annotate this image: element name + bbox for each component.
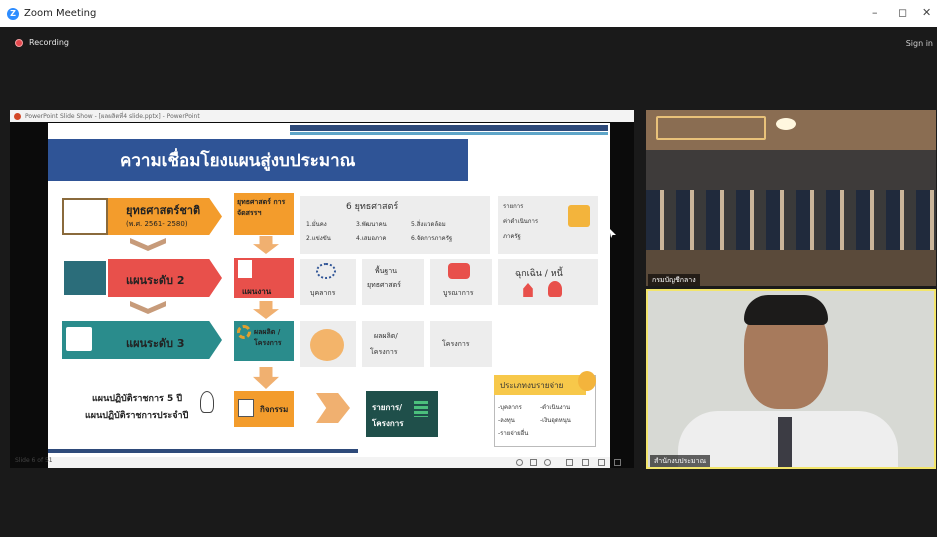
handshake-icon xyxy=(448,263,470,279)
list-icon xyxy=(414,401,428,417)
view-icon[interactable] xyxy=(582,459,589,466)
arrow-down-icon xyxy=(253,236,279,254)
slide-bottom-bar xyxy=(48,449,358,453)
output-box xyxy=(362,321,424,367)
record-icon xyxy=(15,38,23,47)
sign-in-link[interactable]: Sign in xyxy=(906,39,933,48)
level2-plan-label: แผนระดับ 2 xyxy=(126,274,185,287)
strategy-5: 5.สิ่งแวดล้อม xyxy=(411,221,446,228)
output-project-label: ผลผลิต /โครงการ xyxy=(254,328,282,347)
national-strategy-years: (พ.ศ. 2561- 2580) xyxy=(126,220,188,228)
slideshow-toolbar xyxy=(48,457,610,468)
five-year-plan-label: แผนปฏิบัติราชการ 5 ปี xyxy=(92,394,183,404)
speaker-hair xyxy=(744,295,828,325)
ppt-titlebar: PowerPoint Slide Show - [ผลผลิตที่4 slid… xyxy=(10,110,634,122)
participant-video-1[interactable]: กรมบัญชีกลาง xyxy=(646,110,936,286)
operating-cost-line2: ค่าดำเนินการ xyxy=(503,218,539,225)
expense-subsidy: -เงินอุดหนุน xyxy=(540,417,571,424)
participant-1-name: กรมบัญชีกลาง xyxy=(648,274,700,286)
coins-icon xyxy=(578,371,596,391)
expense-operating: -ดำเนินงาน xyxy=(540,404,571,411)
prev-slide-icon[interactable] xyxy=(516,459,523,466)
arrow-down-icon-2 xyxy=(253,301,279,319)
slide-title: ความเชื่อมโยงแผนสู่งบประมาณ xyxy=(120,151,356,171)
ceiling-lamp xyxy=(776,118,796,130)
expense-other: -รายจ่ายอื่น xyxy=(498,430,529,437)
slide-top-bar xyxy=(290,125,608,131)
program-label: แผนงาน xyxy=(242,287,272,296)
item-project-label: โครงการ xyxy=(372,419,404,428)
app-title: Zoom Meeting xyxy=(24,8,97,19)
operating-cost-line3: ภาครัฐ xyxy=(503,233,521,240)
speaker-tie xyxy=(778,417,792,467)
zoom-view-icon[interactable] xyxy=(598,459,605,466)
recording-label: Recording xyxy=(29,38,70,47)
running-person-icon xyxy=(548,281,562,297)
title-bar: Z Zoom Meeting – ◻ ✕ xyxy=(0,0,937,27)
slides-grid-icon[interactable] xyxy=(530,459,537,466)
strategy-3: 3.พัฒนาคน xyxy=(356,221,387,228)
strategy-2: 2.แข่งขัน xyxy=(306,235,331,242)
national-strategy-label: ยุทธศาสตร์ชาติ xyxy=(126,204,201,217)
plan-document-icon xyxy=(238,260,252,278)
strategy-4: 4.เสมอภาค xyxy=(356,235,387,242)
powerpoint-icon xyxy=(14,112,21,120)
network-icon xyxy=(316,263,336,279)
arrow-down-icon-3 xyxy=(253,367,279,389)
allocation-strategy-label: ยุทธศาสตร์ การจัดสรรฯ xyxy=(237,198,286,217)
activity-label: กิจกรรม xyxy=(260,405,289,414)
operating-cost-line1: รายการ xyxy=(503,203,524,210)
personnel-label: บุคลากร xyxy=(310,289,336,297)
recording-indicator[interactable]: Recording xyxy=(15,38,69,47)
slide: ความเชื่อมโยงแผนสู่งบประมาณ ยุทธศาสตร์ชา… xyxy=(48,123,610,457)
ppt-window-title: PowerPoint Slide Show - [ผลผลิตที่4 slid… xyxy=(25,113,200,120)
shared-screen: PowerPoint Slide Show - [ผลผลิตที่4 slid… xyxy=(10,110,634,468)
restore-icon[interactable]: ◻ xyxy=(898,6,907,19)
close-icon[interactable]: ✕ xyxy=(922,6,931,19)
next-slide-icon[interactable] xyxy=(544,459,551,466)
project-label: โครงการ xyxy=(442,340,470,348)
expense-personnel: -บุคลากร xyxy=(498,404,522,411)
arrow-right-icon xyxy=(316,393,350,423)
report-icon xyxy=(66,327,92,351)
expense-investment: -ลงทุน xyxy=(498,417,515,424)
strategic-label: ยุทธศาสตร์ xyxy=(367,281,401,289)
ceiling-light xyxy=(656,116,766,140)
expense-types-title: ประเภทงบรายจ่าย xyxy=(500,381,564,390)
level2-plan-cover xyxy=(62,259,108,297)
minimize-icon[interactable]: – xyxy=(872,6,878,19)
chevron-down-icon xyxy=(130,238,166,251)
level3-plan-label: แผนระดับ 3 xyxy=(126,337,185,350)
slide-counter: Slide 6 of 51 xyxy=(15,457,53,464)
gear-icon xyxy=(237,325,251,339)
chevron-down-icon-2 xyxy=(130,301,166,314)
people-group-icon xyxy=(310,329,344,361)
emergency-debt-label: ฉุกเฉิน / หนี้ xyxy=(515,269,563,279)
annual-plan-label: แผนปฏิบัติราชการประจำปี xyxy=(85,411,189,421)
notes-icon[interactable] xyxy=(566,459,573,466)
six-strategies-title: 6 ยุทธศาสตร์ xyxy=(346,202,399,212)
menu-icon[interactable] xyxy=(614,459,621,466)
basic-label: พื้นฐาน xyxy=(375,267,397,275)
audience xyxy=(646,190,936,250)
output-project-sub: โครงการ xyxy=(370,348,398,356)
meeting-controls-area xyxy=(0,470,937,537)
activity-document-icon xyxy=(238,399,254,417)
slide-top-bar-accent xyxy=(290,132,608,135)
money-building-icon xyxy=(568,205,590,227)
strategy-1: 1.มั่นคง xyxy=(306,221,327,228)
participant-video-2-active-speaker[interactable]: สำนักงบประมาณ xyxy=(646,289,936,469)
item-label: รายการ/ xyxy=(372,403,403,412)
recording-bar xyxy=(0,27,937,107)
zoom-logo-icon: Z xyxy=(7,7,19,20)
output-label: ผลผลิต/ xyxy=(374,332,398,340)
national-strategy-emblem xyxy=(62,198,108,235)
strategy-6: 6.จัดการภาครัฐ xyxy=(411,235,453,242)
integration-label: บูรณาการ xyxy=(443,289,474,297)
thinking-head-icon xyxy=(200,391,214,413)
participant-2-name: สำนักงบประมาณ xyxy=(650,455,711,467)
